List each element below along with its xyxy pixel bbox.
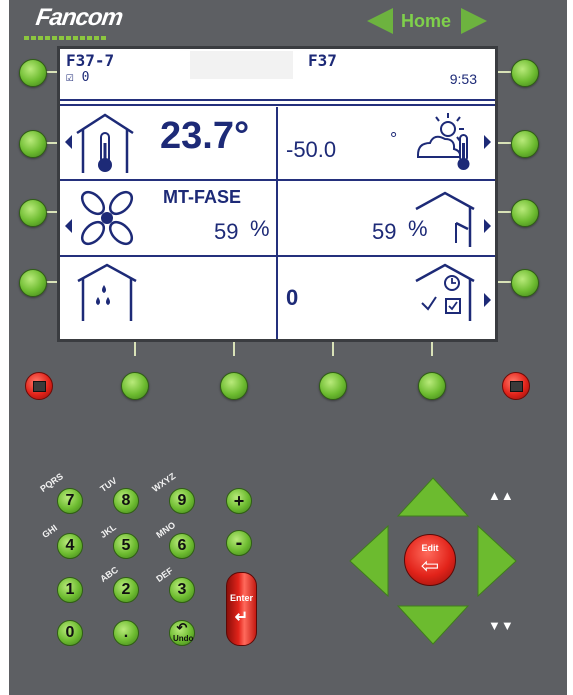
softkey-bottom-2[interactable] [220, 372, 248, 400]
softkey-connector [332, 340, 334, 356]
home-right-arrow-icon[interactable] [461, 8, 487, 34]
undo-label: Undo [173, 634, 194, 643]
check-counter: ☑ 0 [66, 70, 90, 85]
key-2[interactable]: 2 [113, 577, 139, 603]
edit-icon: ⇦ [420, 553, 440, 578]
edit-button[interactable]: Edit ⇦ [404, 534, 456, 586]
divider [60, 104, 495, 106]
key-8[interactable]: 8 [113, 488, 139, 514]
alarm-value: 0 [286, 285, 299, 310]
edit-label: Edit [421, 543, 439, 553]
outside-temperature-value: -50.0 [286, 137, 337, 162]
red-function-button-left[interactable] [25, 372, 53, 400]
softkey-left-4[interactable] [19, 269, 47, 297]
softkey-left-2[interactable] [19, 130, 47, 158]
key-5[interactable]: 5 [113, 533, 139, 559]
softkey-connector [497, 211, 511, 213]
page-down-icon[interactable]: ▼▼ [488, 619, 514, 632]
outside-temperature-unit: ° [390, 129, 398, 149]
house-thermometer-icon [76, 113, 134, 173]
home-button[interactable]: Home [367, 6, 487, 36]
clock: 9:53 [449, 71, 477, 87]
scroll-left-icon[interactable] [65, 135, 72, 149]
softkey-right-2[interactable] [511, 130, 539, 158]
screen-title: F37 [308, 51, 337, 70]
fan-mode-label: MT-FASE [163, 187, 242, 207]
home-label: Home [400, 11, 451, 31]
undo-button[interactable]: ↶ Undo [169, 620, 195, 646]
inside-temperature-value: 23.7° [160, 115, 250, 157]
divider-vertical [276, 107, 278, 339]
nav-left-arrow-icon[interactable] [349, 524, 389, 598]
softkey-right-3[interactable] [511, 199, 539, 227]
scroll-right-icon[interactable] [484, 293, 491, 307]
inlet-value: 59 [372, 219, 397, 244]
softkey-right-1[interactable] [511, 59, 539, 87]
home-left-arrow-icon[interactable] [367, 8, 393, 34]
brand-stripe [24, 36, 106, 40]
fan-icon [80, 190, 134, 246]
softkey-connector [233, 340, 235, 356]
softkey-connector [497, 281, 511, 283]
enter-button[interactable]: Enter ↵ [226, 572, 257, 646]
book-icon [33, 381, 46, 392]
key-4[interactable]: 4 [57, 533, 83, 559]
key-4-letters: GHI [40, 522, 60, 540]
nav-right-arrow-icon[interactable] [477, 524, 517, 598]
enter-label: Enter [229, 593, 253, 603]
enter-icon: ↵ [234, 609, 249, 626]
controller-code: F37-7 [66, 51, 115, 70]
key-9[interactable]: 9 [169, 488, 195, 514]
scroll-left-icon[interactable] [65, 219, 72, 233]
sun-cloud-thermometer-icon [417, 113, 470, 170]
copy-icon [510, 381, 523, 392]
softkey-bottom-3[interactable] [319, 372, 347, 400]
key-decimal[interactable]: . [113, 620, 139, 646]
header-blank-field [190, 51, 293, 79]
nav-down-arrow-icon[interactable] [396, 605, 470, 645]
house-clock-icon [415, 263, 475, 321]
softkey-bottom-1[interactable] [121, 372, 149, 400]
softkey-bottom-4[interactable] [418, 372, 446, 400]
scroll-right-icon[interactable] [484, 219, 491, 233]
softkey-connector [431, 340, 433, 356]
house-water-icon [77, 263, 137, 321]
lcd-screen: F37-7 ☑ 0 F37 9:53 23.7° -50.0 ° MT-FASE… [57, 46, 498, 342]
brand-logo: Fancom [34, 4, 124, 31]
fan-unit: % [250, 216, 270, 241]
key-1[interactable]: 1 [57, 577, 83, 603]
page-up-icon[interactable]: ▲▲ [488, 489, 514, 502]
divider [60, 99, 495, 101]
softkey-left-3[interactable] [19, 199, 47, 227]
controller-panel: Fancom Home F37-7 ☑ 0 F37 9:53 23.7° -50… [0, 0, 573, 695]
fan-value: 59 [214, 219, 239, 244]
key-0[interactable]: 0 [57, 620, 83, 646]
softkey-connector [134, 340, 136, 356]
softkey-connector [497, 71, 511, 73]
nav-up-arrow-icon[interactable] [396, 477, 470, 517]
house-inlet-icon [415, 191, 475, 247]
scroll-right-icon[interactable] [484, 135, 491, 149]
red-function-button-right[interactable] [502, 372, 530, 400]
softkey-right-4[interactable] [511, 269, 539, 297]
softkey-connector [497, 142, 511, 144]
softkey-left-1[interactable] [19, 59, 47, 87]
key-7[interactable]: 7 [57, 488, 83, 514]
key-3[interactable]: 3 [169, 577, 195, 603]
key-6[interactable]: 6 [169, 533, 195, 559]
plus-button[interactable]: + [226, 488, 252, 514]
minus-button[interactable]: - [226, 530, 252, 556]
